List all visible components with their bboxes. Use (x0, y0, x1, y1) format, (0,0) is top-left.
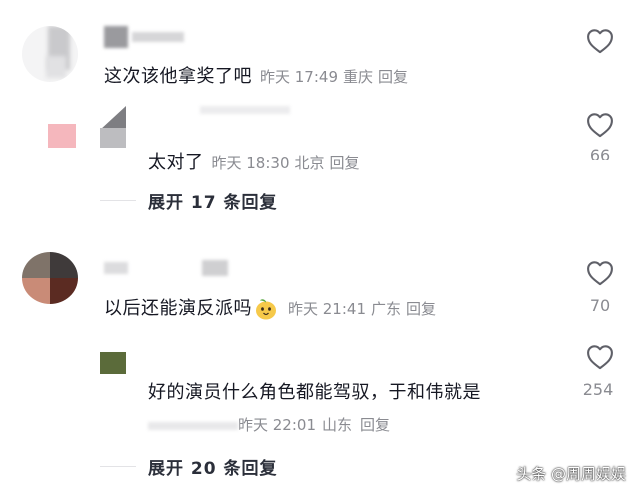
comment-text: 好的演员什么角色都能驾驭，于和伟就是 (148, 382, 481, 403)
expand-replies-label[interactable]: 展开 17 条回复 (148, 188, 278, 213)
like-count: 70 (589, 296, 611, 315)
comment-meta: 昨天 18:30 北京 回复 (211, 154, 360, 172)
comment-meta: 昨天 17:49 重庆 回复 (260, 68, 409, 86)
username[interactable] (104, 26, 128, 48)
avatar[interactable] (22, 26, 78, 82)
username (200, 106, 290, 114)
heart-outline-icon[interactable] (586, 112, 614, 138)
expand-replies-button[interactable]: 展开 20 条回复 (100, 454, 278, 479)
like-count: 66 (589, 146, 611, 160)
username (104, 262, 128, 274)
reply-button[interactable]: 回复 (378, 68, 408, 86)
reply-button[interactable]: 回复 (360, 416, 390, 434)
divider (100, 200, 136, 201)
username (202, 260, 228, 276)
heart-outline-icon[interactable] (586, 28, 614, 54)
reply-button[interactable]: 回复 (330, 154, 360, 172)
avatar[interactable] (100, 352, 126, 374)
avatar[interactable] (100, 106, 126, 148)
like-count: 254 (582, 380, 614, 396)
comment-meta: 昨天 21:41 广东 回复 (288, 300, 437, 318)
username (132, 32, 184, 42)
username (148, 422, 238, 430)
comment-text: 太对了 昨天 18:30 北京 回复 (148, 148, 365, 174)
heart-outline-icon[interactable] (586, 344, 614, 370)
reply-button[interactable]: 回复 (406, 300, 436, 318)
comment-meta: 昨天 22:01 山东 回复 (148, 414, 396, 435)
expand-replies-label[interactable]: 展开 20 条回复 (148, 454, 278, 479)
comment-text: 以后还能演反派吗 昨天 21:41 广东 回复 (104, 294, 441, 321)
heart-outline-icon[interactable] (586, 260, 614, 286)
divider (100, 466, 136, 467)
watermark: 头条 @周周娱娱 (516, 465, 626, 483)
comment-text: 这次该他拿奖了吧 昨天 17:49 重庆 回复 (104, 62, 413, 88)
avatar[interactable] (22, 252, 78, 304)
expand-replies-button[interactable]: 展开 17 条回复 (100, 188, 278, 213)
mango-face-emoji (256, 299, 276, 320)
avatar[interactable] (48, 124, 76, 148)
